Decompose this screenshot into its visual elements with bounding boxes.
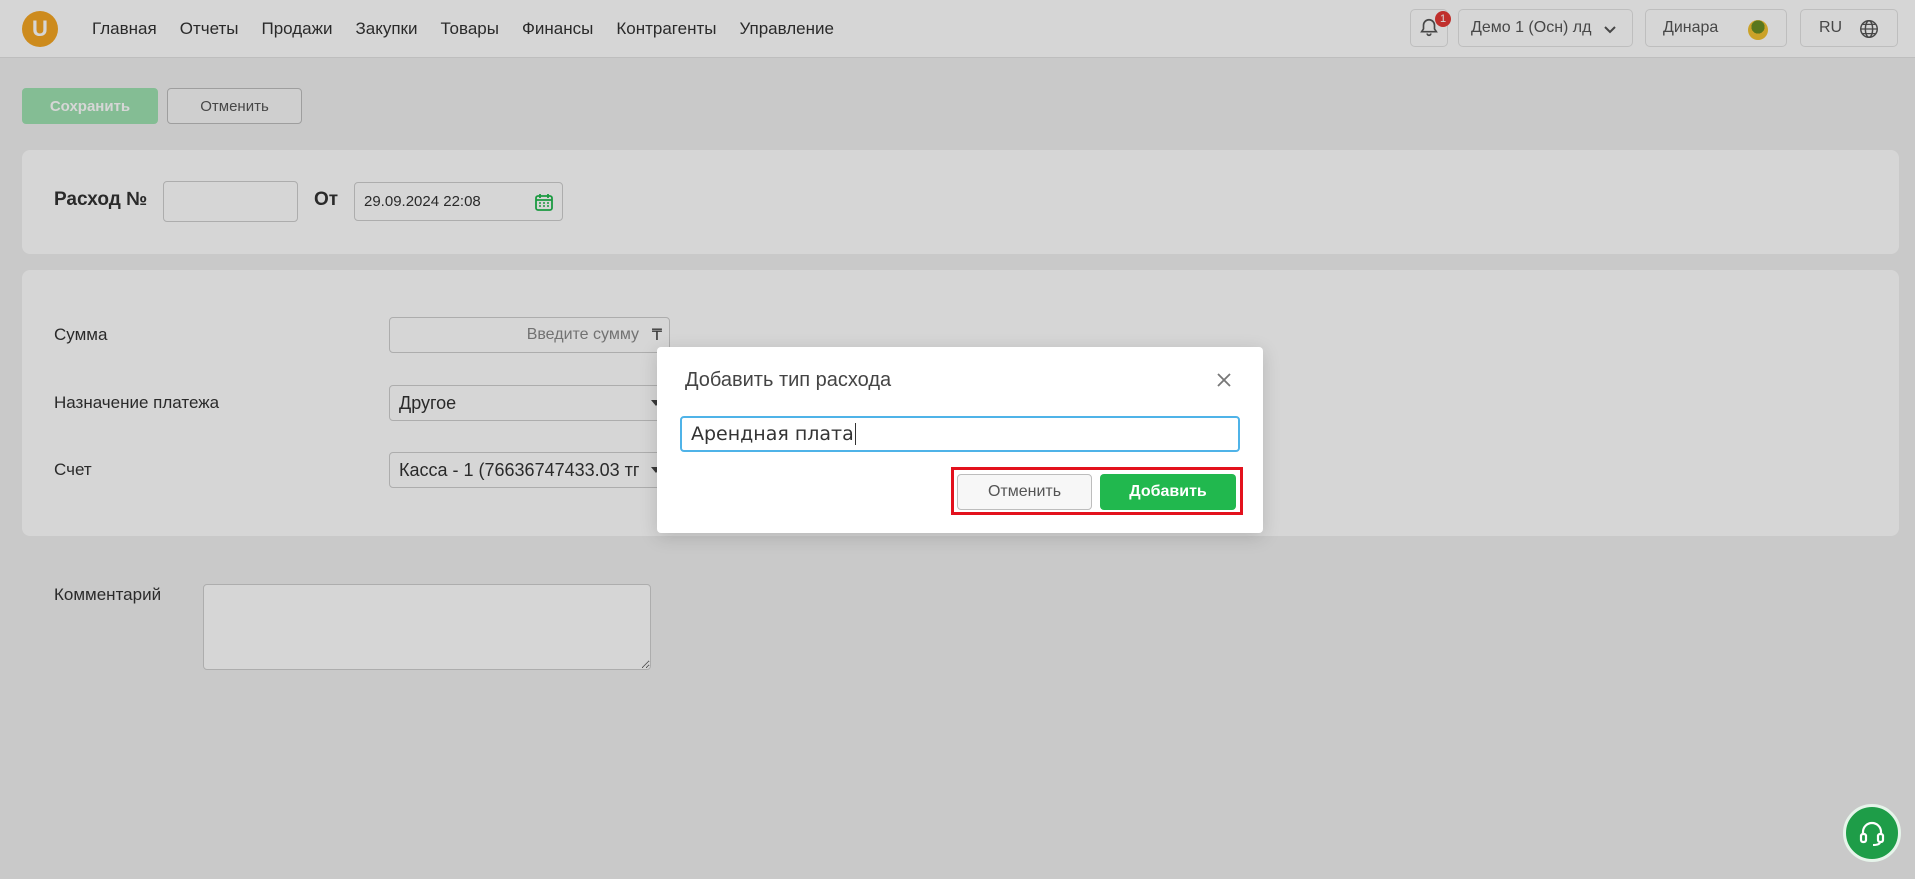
expense-type-value: Арендная плата [691,423,854,445]
close-icon[interactable] [1215,371,1233,389]
dialog-title: Добавить тип расхода [685,369,892,391]
text-caret [854,423,856,445]
dialog-cancel-button[interactable]: Отменить [957,474,1092,510]
add-expense-type-dialog: Добавить тип расхода Арендная плата Отме… [657,347,1263,533]
support-chat-button[interactable] [1843,804,1901,862]
headset-icon [1859,821,1885,846]
expense-type-input[interactable]: Арендная плата [680,416,1240,452]
dialog-add-button[interactable]: Добавить [1100,474,1236,510]
